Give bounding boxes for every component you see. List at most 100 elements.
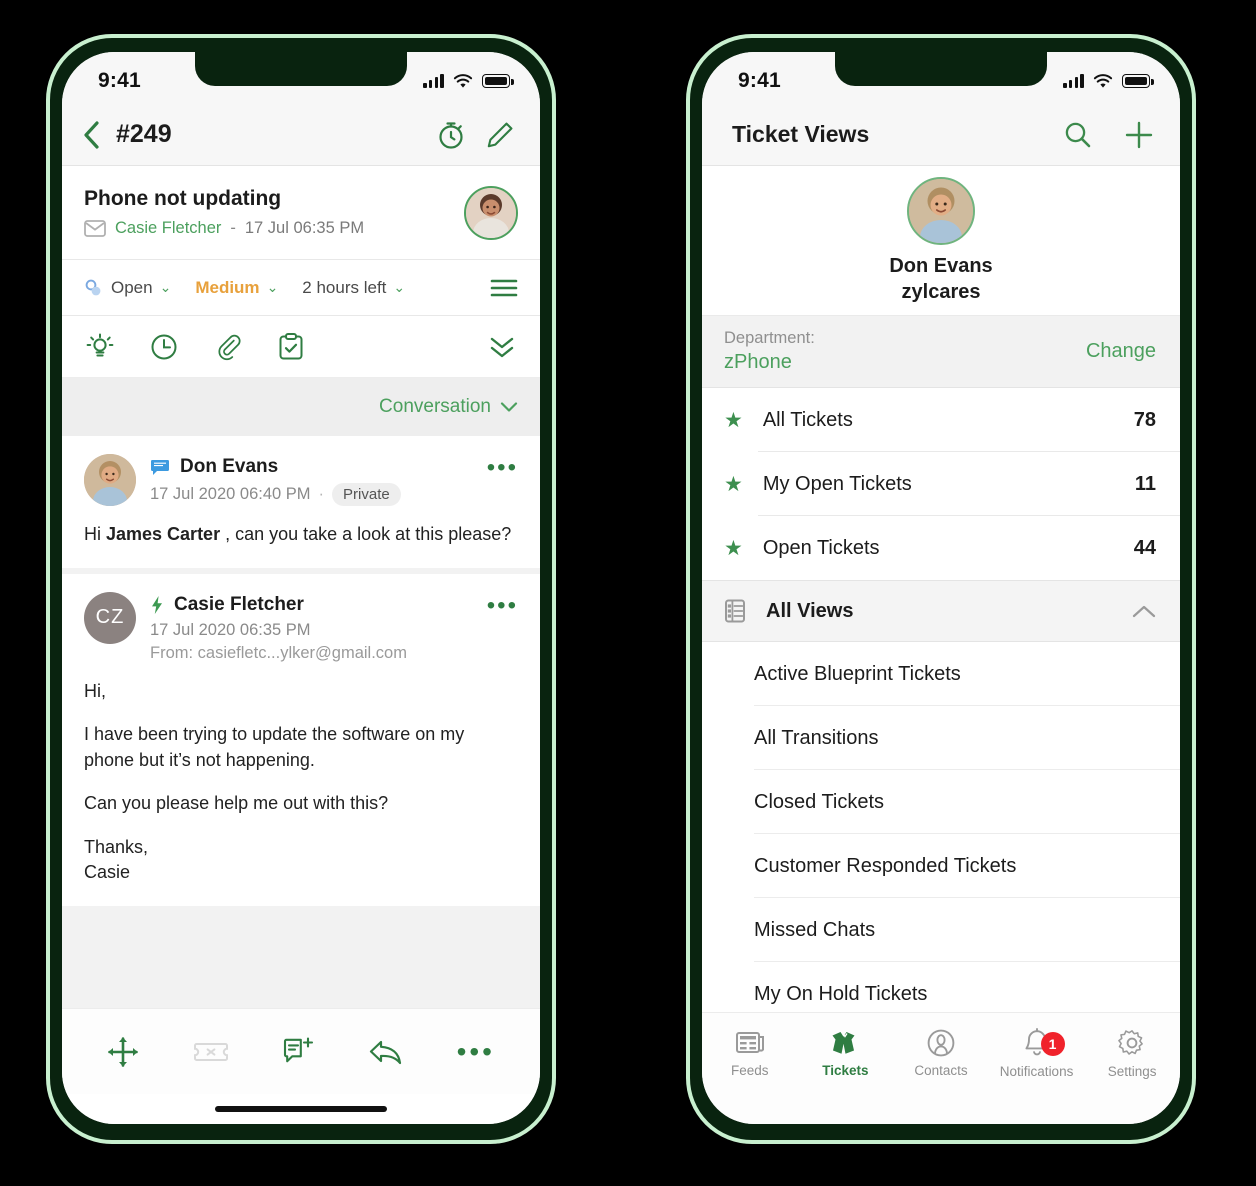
chevron-left-icon[interactable] — [82, 120, 102, 150]
ticket-subject: Phone not updating — [84, 187, 282, 210]
move-icon[interactable] — [107, 1036, 139, 1068]
search-icon[interactable] — [1064, 121, 1092, 149]
tab-settings[interactable]: Settings — [1084, 1028, 1180, 1079]
attachment-icon[interactable] — [214, 333, 242, 361]
plus-icon[interactable] — [1124, 120, 1154, 150]
conversation-thread: Don Evans 17 Jul 2020 06:40 PM · Private… — [62, 436, 540, 1008]
more-options-icon[interactable]: ••• — [487, 454, 518, 479]
agent-name: Don Evans — [889, 255, 993, 277]
ticket-meta-row: Open ⌄ Medium ⌄ 2 hours left ⌄ — [62, 260, 540, 316]
home-indicator — [62, 1094, 540, 1124]
wifi-icon — [453, 73, 473, 89]
list-item[interactable]: Closed Tickets — [702, 770, 1180, 834]
wifi-icon — [1093, 73, 1113, 89]
ticket-header[interactable]: Phone not updating Casie Fletcher - 17 J… — [62, 166, 540, 260]
chevron-down-icon: ⌄ — [159, 279, 172, 295]
message-header: Don Evans 17 Jul 2020 06:40 PM · Private… — [84, 454, 518, 506]
tasks-icon[interactable] — [278, 332, 304, 361]
message-author: Casie Fletcher — [174, 593, 304, 615]
list-item[interactable]: Active Blueprint Tickets — [702, 642, 1180, 706]
all-views-list: Active Blueprint Tickets All Transitions… — [702, 642, 1180, 1012]
status-dropdown[interactable]: Open ⌄ — [84, 278, 171, 298]
ticket-close-icon[interactable] — [193, 1039, 229, 1065]
all-views-section-header[interactable]: All Views — [702, 580, 1180, 642]
view-count: 11 — [1134, 472, 1156, 495]
reply-icon[interactable] — [369, 1038, 403, 1066]
list-item[interactable]: ★ My Open Tickets 11 — [702, 452, 1180, 516]
all-views-label: All Views — [766, 599, 854, 622]
view-label: Open Tickets — [762, 536, 880, 559]
screen-ticket-views: 9:41 Ticket Views Don Evans zylcares Dep… — [702, 52, 1180, 1124]
conversation-filter[interactable]: Conversation — [62, 378, 540, 436]
thread-message[interactable]: Don Evans 17 Jul 2020 06:40 PM · Private… — [62, 436, 540, 574]
bottom-tab-bar: Feeds Tickets Contacts 1 Notifications S… — [702, 1012, 1180, 1094]
contact-avatar[interactable] — [464, 185, 518, 240]
message-paragraph: Can you please help me out with this? — [84, 793, 389, 814]
department-row: Department: zPhone Change — [702, 316, 1180, 388]
list-view-icon — [724, 598, 748, 624]
time-entry-icon[interactable] — [150, 333, 178, 361]
message-body: Hi James Carter , can you take a look at… — [84, 524, 512, 544]
insights-icon[interactable] — [86, 333, 114, 361]
list-item[interactable]: ★ All Tickets 78 — [702, 388, 1180, 452]
notification-badge: 1 — [1040, 1032, 1065, 1056]
message-paragraph: I have been trying to update the softwar… — [84, 724, 465, 770]
double-chevron-down-icon[interactable] — [488, 334, 516, 360]
agent-profile[interactable]: Don Evans zylcares — [702, 166, 1180, 316]
view-count: 78 — [1133, 408, 1156, 431]
chevron-down-icon: ⌄ — [266, 279, 279, 295]
list-item[interactable]: All Transitions — [702, 706, 1180, 770]
department-label: Department: — [724, 329, 815, 347]
more-options-icon[interactable]: ••• — [487, 592, 518, 617]
views-nav-bar: Ticket Views — [702, 104, 1180, 166]
signal-bars-icon — [423, 74, 444, 88]
page-title: Ticket Views — [732, 121, 870, 147]
message-timestamp: 17 Jul 2020 06:35 PM — [150, 620, 311, 639]
message-meta: Casie Fletcher 17 Jul 2020 06:35 PM From… — [150, 592, 487, 663]
tab-notifications[interactable]: 1 Notifications — [989, 1028, 1085, 1079]
thread-message[interactable]: CZ Casie Fletcher 17 Jul 2020 06:35 PM F… — [62, 573, 540, 912]
add-comment-icon[interactable] — [283, 1036, 315, 1067]
priority-dropdown[interactable]: Medium ⌄ — [195, 278, 278, 298]
tab-label: Settings — [1107, 1064, 1157, 1079]
tab-label: Contacts — [914, 1063, 968, 1078]
list-item[interactable]: Missed Chats — [702, 898, 1180, 962]
tab-tickets[interactable]: Tickets — [798, 1029, 894, 1078]
home-indicator — [702, 1094, 1180, 1124]
page-title: #249 — [116, 120, 172, 148]
ticket-contact-name[interactable]: Casie Fletcher — [115, 219, 221, 238]
change-department-button[interactable]: Change — [1086, 340, 1156, 363]
tab-contacts[interactable]: Contacts — [893, 1029, 989, 1078]
envelope-icon — [84, 220, 106, 237]
star-icon: ★ — [724, 536, 743, 560]
favorite-views-list: ★ All Tickets 78 ★ My Open Tickets 11 ★ … — [702, 388, 1180, 580]
conversation-filter-label: Conversation — [379, 396, 491, 417]
list-item[interactable]: My On Hold Tickets — [702, 962, 1180, 1012]
list-item[interactable]: Customer Responded Tickets — [702, 834, 1180, 898]
ticket-nav-bar: #249 — [62, 104, 540, 166]
message-from-address: From: casiefletc...ylker@gmail.com — [150, 643, 407, 662]
view-label: My Open Tickets — [762, 472, 912, 495]
view-label: All Tickets — [762, 408, 853, 431]
email-bolt-icon — [150, 595, 164, 615]
stopwatch-icon[interactable] — [436, 120, 466, 150]
pencil-icon[interactable] — [486, 121, 514, 149]
status-bar-clock: 9:41 — [738, 69, 781, 92]
message-avatar — [84, 454, 136, 506]
list-item[interactable]: ★ Open Tickets 44 — [702, 516, 1180, 580]
battery-icon — [1122, 74, 1154, 88]
gear-icon — [1117, 1028, 1147, 1058]
tab-feeds[interactable]: Feeds — [702, 1029, 798, 1078]
message-paragraph: Hi, — [84, 680, 106, 701]
more-icon[interactable]: ••• — [457, 1037, 495, 1064]
tab-label: Feeds — [731, 1063, 769, 1078]
chevron-up-icon[interactable] — [1132, 604, 1156, 619]
view-count: 44 — [1133, 536, 1156, 559]
phone-device-right: 9:41 Ticket Views Don Evans zylcares Dep… — [686, 34, 1196, 1144]
due-dropdown[interactable]: 2 hours left ⌄ — [302, 278, 405, 298]
hamburger-icon[interactable] — [490, 278, 518, 298]
message-timestamp: 17 Jul 2020 06:40 PM — [150, 485, 311, 503]
message-body: Hi, I have been trying to update the soft… — [84, 679, 518, 886]
screen-ticket-detail: 9:41 #249 Phone not updating Casie Fletc… — [62, 52, 540, 1124]
status-bar-icons — [423, 73, 514, 89]
